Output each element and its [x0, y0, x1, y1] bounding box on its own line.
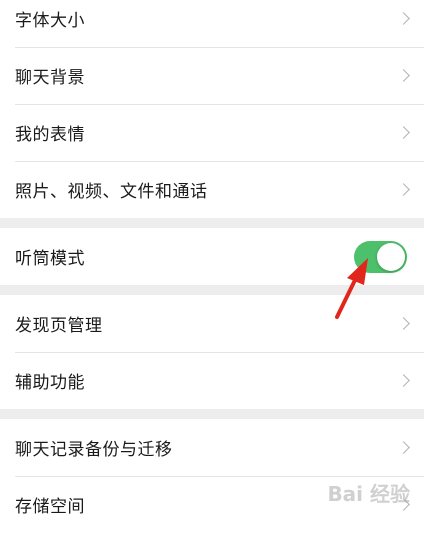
- settings-item-label: 存储空间: [15, 497, 85, 517]
- settings-item-label: 照片、视频、文件和通话: [15, 182, 208, 202]
- chevron-right-icon: [397, 316, 410, 330]
- chevron-right-icon: [397, 68, 410, 82]
- settings-group-4: 聊天记录备份与迁移 存储空间: [0, 419, 424, 533]
- settings-item-label: 听筒模式: [15, 249, 85, 269]
- settings-item-storage[interactable]: 存储空间: [0, 476, 424, 533]
- section-divider: [0, 218, 424, 228]
- settings-item-font-size[interactable]: 字体大小: [0, 0, 424, 47]
- settings-item-label: 字体大小: [15, 11, 85, 31]
- chevron-right-icon: [397, 497, 410, 511]
- toggle-knob: [377, 242, 405, 271]
- receiver-mode-toggle[interactable]: [354, 240, 407, 273]
- chevron-right-icon: [397, 373, 410, 387]
- settings-item-label: 辅助功能: [15, 373, 85, 393]
- chevron-right-icon: [397, 125, 410, 139]
- chevron-right-icon: [397, 182, 410, 196]
- settings-item-my-stickers[interactable]: 我的表情: [0, 104, 424, 161]
- settings-item-chat-backup-migrate[interactable]: 聊天记录备份与迁移: [0, 419, 424, 476]
- settings-group-2: 听筒模式: [0, 228, 424, 285]
- chevron-right-icon: [397, 11, 410, 25]
- settings-item-label: 聊天记录备份与迁移: [15, 440, 173, 460]
- settings-item-label: 发现页管理: [15, 316, 103, 336]
- section-divider: [0, 285, 424, 295]
- chevron-right-icon: [397, 440, 410, 454]
- settings-item-label: 我的表情: [15, 125, 85, 145]
- settings-item-accessibility[interactable]: 辅助功能: [0, 352, 424, 409]
- settings-item-discover-manage[interactable]: 发现页管理: [0, 295, 424, 352]
- settings-group-3: 发现页管理 辅助功能: [0, 295, 424, 409]
- settings-item-chat-background[interactable]: 聊天背景: [0, 47, 424, 104]
- settings-group-1: 字体大小 聊天背景 我的表情 照片、视频、文件和通话: [0, 0, 424, 218]
- settings-item-photos-videos-files-calls[interactable]: 照片、视频、文件和通话: [0, 161, 424, 218]
- settings-item-label: 聊天背景: [15, 68, 85, 88]
- section-divider: [0, 409, 424, 419]
- settings-item-receiver-mode: 听筒模式: [0, 228, 424, 285]
